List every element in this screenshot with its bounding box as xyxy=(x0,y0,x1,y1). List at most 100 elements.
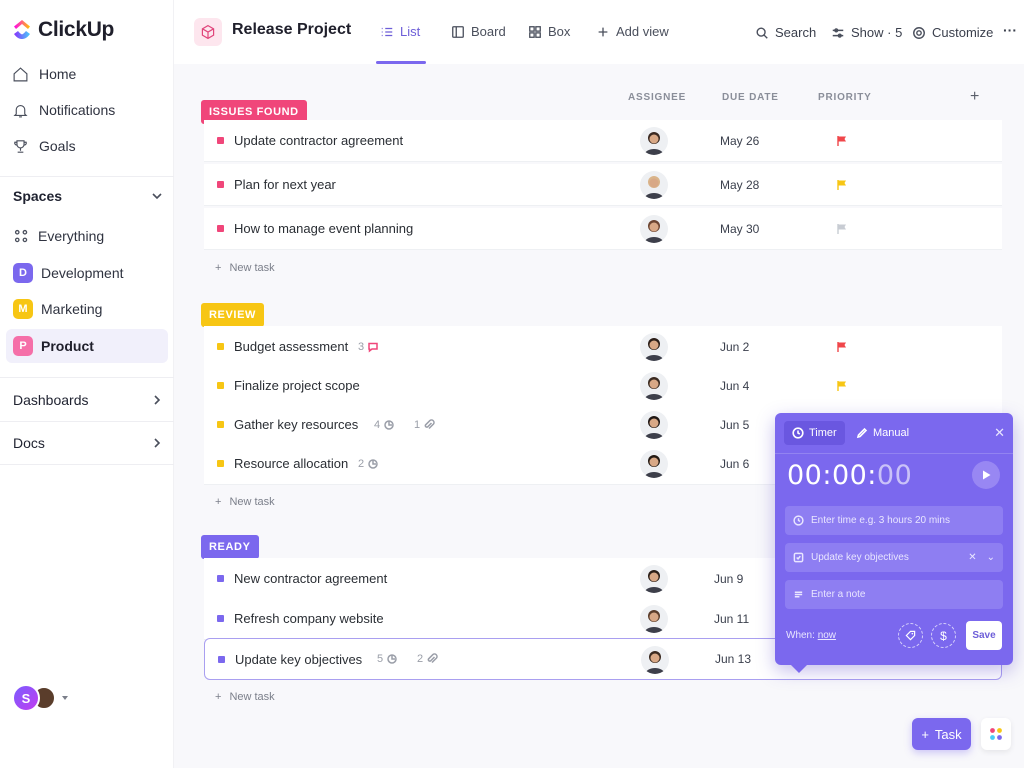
status-indicator[interactable] xyxy=(217,137,224,144)
status-indicator[interactable] xyxy=(217,421,224,428)
assignee-avatar[interactable] xyxy=(640,333,668,361)
priority-flag-icon[interactable] xyxy=(836,341,848,353)
tag-button[interactable] xyxy=(898,623,923,648)
status-indicator[interactable] xyxy=(218,656,225,663)
tab-board[interactable]: Board xyxy=(451,24,506,39)
tab-list[interactable]: List xyxy=(380,24,420,39)
space-marketing[interactable]: M Marketing xyxy=(6,292,168,326)
task-name[interactable]: How to manage event planning xyxy=(234,221,413,236)
assignee-avatar[interactable] xyxy=(640,171,668,199)
new-task-button[interactable]: + New task xyxy=(215,691,275,703)
close-icon[interactable]: ✕ xyxy=(994,425,1005,441)
due-date[interactable]: May 28 xyxy=(720,178,759,192)
space-product[interactable]: P Product xyxy=(6,329,168,363)
task-name[interactable]: Budget assessment xyxy=(234,339,348,354)
priority-flag-icon[interactable] xyxy=(836,135,848,147)
priority-flag-icon[interactable] xyxy=(836,179,848,191)
dashboards-link[interactable]: Dashboards xyxy=(13,392,163,408)
more-options-button[interactable]: ··· xyxy=(1003,22,1017,38)
nav-notifications[interactable]: Notifications xyxy=(12,99,115,121)
chevron-down-icon[interactable]: ⌄ xyxy=(987,552,995,563)
task-meta[interactable]: 1 xyxy=(414,419,435,431)
search-button[interactable]: Search xyxy=(755,25,816,40)
task-name[interactable]: Plan for next year xyxy=(234,177,336,192)
assignee-avatar[interactable] xyxy=(640,215,668,243)
task-meta[interactable]: 4 xyxy=(374,419,395,431)
task-name[interactable]: Update key objectives xyxy=(235,652,362,667)
task-row[interactable]: How to manage event planning May 30 xyxy=(204,208,1002,250)
tab-box[interactable]: Box xyxy=(528,24,570,39)
customize-button[interactable]: Customize xyxy=(912,25,993,40)
task-name[interactable]: Refresh company website xyxy=(234,611,384,626)
task-name[interactable]: Gather key resources xyxy=(234,417,358,432)
docs-link[interactable]: Docs xyxy=(13,435,163,451)
clickup-logo[interactable]: ClickUp xyxy=(12,18,114,42)
task-name[interactable]: Finalize project scope xyxy=(234,378,360,393)
user-avatar: S xyxy=(12,684,40,712)
spaces-header[interactable]: Spaces xyxy=(13,188,163,204)
nav-home[interactable]: Home xyxy=(12,63,76,85)
show-button[interactable]: Show · 5 xyxy=(831,25,902,40)
add-view-button[interactable]: Add view xyxy=(596,24,669,39)
task-row[interactable]: Update contractor agreement May 26 xyxy=(204,120,1002,162)
task-name[interactable]: New contractor agreement xyxy=(234,571,387,586)
task-meta[interactable]: 5 xyxy=(377,653,398,665)
apps-button[interactable] xyxy=(981,718,1011,750)
timer-tab[interactable]: Timer xyxy=(784,421,845,445)
task-select-field[interactable]: Update key objectives ✕ ⌄ xyxy=(785,543,1003,572)
task-row[interactable]: Plan for next year May 28 xyxy=(204,164,1002,206)
due-date[interactable]: May 26 xyxy=(720,134,759,148)
search-icon xyxy=(756,26,768,39)
start-timer-button[interactable] xyxy=(972,461,1000,489)
clickup-logo-icon xyxy=(14,20,30,39)
task-meta[interactable]: 2 xyxy=(417,653,438,665)
task-meta[interactable]: 2 xyxy=(358,458,379,470)
assignee-avatar[interactable] xyxy=(640,565,668,593)
status-indicator[interactable] xyxy=(217,575,224,582)
task-name[interactable]: Resource allocation xyxy=(234,456,348,471)
status-indicator[interactable] xyxy=(217,460,224,467)
new-task-button[interactable]: + New task xyxy=(215,496,275,508)
status-indicator[interactable] xyxy=(217,343,224,350)
due-date[interactable]: Jun 5 xyxy=(720,418,749,432)
due-date[interactable]: Jun 9 xyxy=(714,572,743,586)
assignee-avatar[interactable] xyxy=(640,411,668,439)
billable-button[interactable]: $ xyxy=(931,623,956,648)
assignee-avatar[interactable] xyxy=(640,127,668,155)
due-date[interactable]: Jun 2 xyxy=(720,340,749,354)
priority-flag-icon[interactable] xyxy=(836,223,848,235)
space-development[interactable]: D Development xyxy=(6,256,168,290)
new-task-button[interactable]: + New task xyxy=(215,262,275,274)
task-meta[interactable]: 3 xyxy=(358,341,379,353)
add-column-button[interactable]: + xyxy=(970,88,979,106)
assignee-avatar[interactable] xyxy=(641,646,669,674)
due-date[interactable]: Jun 6 xyxy=(720,457,749,471)
due-date[interactable]: Jun 13 xyxy=(715,652,751,666)
assignee-avatar[interactable] xyxy=(640,605,668,633)
note-field[interactable]: Enter a note xyxy=(785,580,1003,609)
assignee-avatar[interactable] xyxy=(640,450,668,478)
enter-time-field[interactable]: Enter time e.g. 3 hours 20 mins xyxy=(785,506,1003,535)
new-task-fab[interactable]: + Task xyxy=(912,718,971,750)
group-label[interactable]: REVIEW xyxy=(201,303,264,327)
status-indicator[interactable] xyxy=(217,181,224,188)
user-menu[interactable]: S xyxy=(12,684,68,712)
assignee-avatar[interactable] xyxy=(640,372,668,400)
task-row[interactable]: Budget assessment 3 Jun 2 xyxy=(204,326,1002,368)
due-date[interactable]: May 30 xyxy=(720,222,759,236)
nav-goals[interactable]: Goals xyxy=(12,135,76,157)
task-name[interactable]: Update contractor agreement xyxy=(234,133,403,148)
status-indicator[interactable] xyxy=(217,615,224,622)
priority-flag-icon[interactable] xyxy=(836,380,848,392)
clear-icon[interactable]: ✕ xyxy=(968,552,976,563)
status-indicator[interactable] xyxy=(217,225,224,232)
when-selector[interactable]: When: now xyxy=(786,630,836,641)
due-date[interactable]: Jun 4 xyxy=(720,379,749,393)
status-indicator[interactable] xyxy=(217,382,224,389)
space-everything[interactable]: Everything xyxy=(6,219,168,253)
save-button[interactable]: Save xyxy=(966,621,1002,650)
group-label[interactable]: READY xyxy=(201,535,259,559)
due-date[interactable]: Jun 11 xyxy=(714,612,749,626)
manual-tab[interactable]: Manual xyxy=(848,421,917,445)
task-row[interactable]: Finalize project scope Jun 4 xyxy=(204,365,1002,407)
